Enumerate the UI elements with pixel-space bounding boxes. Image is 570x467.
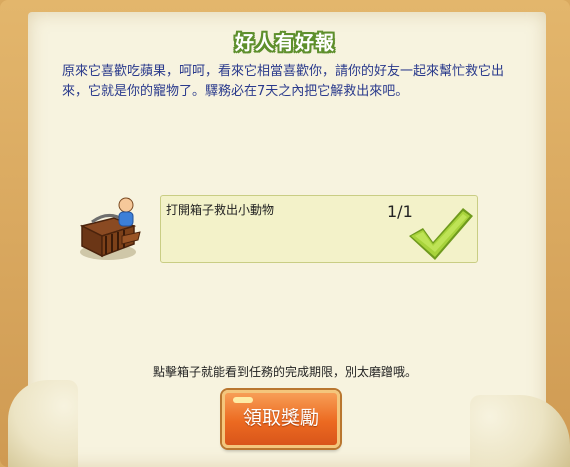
claim-reward-button[interactable]: 領取獎勵 xyxy=(222,390,340,448)
task-row: 打開箱子救出小動物 1/1 xyxy=(160,195,478,263)
button-shine xyxy=(233,397,253,403)
claim-reward-label: 領取獎勵 xyxy=(242,407,319,429)
quest-description: 原來它喜歡吃蘋果，呵呵，看來它相當喜歡你，請你的好友一起來幫忙救它出來，它就是你… xyxy=(62,64,505,99)
task-label: 打開箱子救出小動物 xyxy=(166,203,275,217)
cage-box-icon[interactable] xyxy=(78,196,146,262)
deadline-hint: 點擊箱子就能看到任務的完成期限，別太磨蹭哦。 xyxy=(152,365,417,379)
checkmark-icon xyxy=(405,202,475,262)
dialog-title: 好人有好報 xyxy=(234,32,335,54)
paper-curl-left xyxy=(8,380,78,467)
